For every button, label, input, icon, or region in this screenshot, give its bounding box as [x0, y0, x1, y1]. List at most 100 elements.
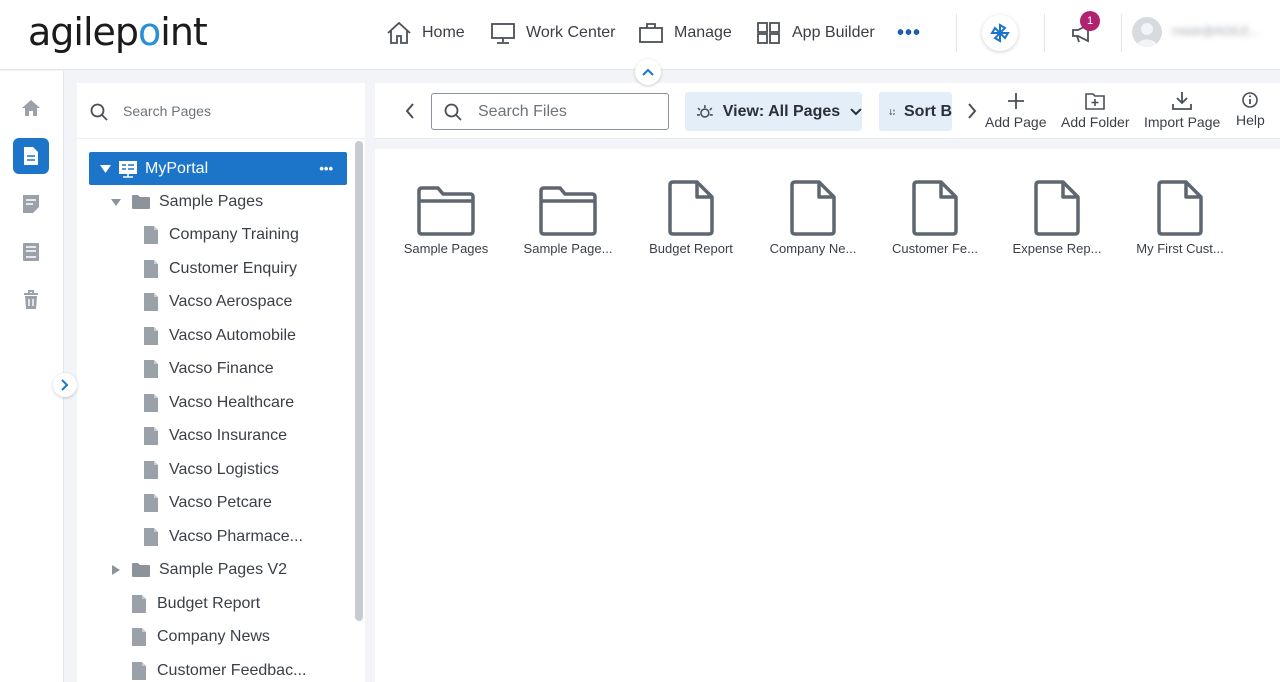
tree-item[interactable]: Vacso Automobile [143, 319, 351, 352]
tree-item-myportal[interactable]: MyPortal ••• [89, 152, 347, 185]
rail-forms[interactable] [13, 186, 49, 222]
document-icon [24, 147, 38, 165]
tree-item[interactable]: Budget Report [131, 587, 351, 620]
import-page-label: Import Page [1144, 114, 1221, 130]
pinwheel-icon [990, 23, 1010, 43]
sort-dropdown[interactable]: AZ Sort B [879, 92, 952, 131]
tree-item[interactable]: Vacso Insurance [143, 419, 351, 452]
tree-item[interactable]: Vacso Aerospace [143, 285, 351, 318]
add-page-button[interactable]: Add Page [985, 91, 1047, 130]
page-icon [912, 180, 958, 236]
help-button[interactable]: Help [1236, 91, 1265, 128]
file-grid-folder[interactable]: Sample Pages [386, 177, 506, 256]
plus-icon [1007, 93, 1024, 109]
rail-pages[interactable] [13, 138, 49, 174]
grid-icon [757, 22, 780, 44]
rail-home[interactable] [13, 90, 49, 126]
tree-item[interactable]: Vacso Petcare [143, 486, 351, 519]
page-icon [144, 460, 158, 479]
home-icon [387, 21, 411, 44]
logo-text-b: int [160, 10, 208, 54]
tree-item[interactable]: Vacso Logistics [143, 453, 351, 486]
nav-app-builder-label: App Builder [792, 24, 875, 41]
file-grid-page[interactable]: Company Ne... [753, 177, 873, 256]
main-panel: View: All Pages AZ Sort B Add Page Add F… [375, 83, 1280, 682]
rail-trash[interactable] [13, 282, 49, 318]
nav-home[interactable]: Home [386, 0, 465, 66]
add-folder-button[interactable]: Add Folder [1061, 91, 1129, 130]
caret-right-icon[interactable] [109, 564, 123, 576]
nav-work-center-label: Work Center [526, 24, 616, 41]
nav-work-center[interactable]: Work Center [490, 0, 616, 66]
avatar[interactable] [1132, 17, 1162, 47]
import-page-button[interactable]: Import Page [1144, 91, 1220, 130]
page-icon [790, 180, 836, 236]
page-icon [1157, 180, 1203, 236]
page-icon [668, 180, 714, 236]
search-pages-input[interactable] [123, 97, 343, 125]
tree-item[interactable]: Sample Pages [109, 185, 351, 218]
file-grid-page[interactable]: My First Cust... [1120, 177, 1240, 256]
book-icon [23, 243, 39, 261]
ai-assistant-button[interactable] [982, 15, 1018, 51]
file-grid: Sample Pages Sample Page... Budget Report C… [375, 149, 1280, 682]
tree-item[interactable]: Company News [131, 620, 351, 653]
chevron-left-icon[interactable] [405, 103, 415, 119]
file-name: Sample Page... [523, 241, 613, 256]
chevron-right-icon[interactable] [967, 103, 977, 119]
svg-text:A: A [893, 108, 895, 112]
page-icon [1034, 180, 1080, 236]
folder-icon [417, 186, 475, 236]
sort-icon: AZ [889, 108, 895, 116]
tree-item[interactable]: Vacso Finance [143, 352, 351, 385]
briefcase-icon [639, 23, 663, 43]
view-filter-dropdown[interactable]: View: All Pages [685, 92, 862, 131]
page-icon [144, 292, 158, 311]
logo-text-a: agilep [28, 10, 139, 54]
collapse-header-button[interactable] [635, 59, 661, 85]
file-name: Company Ne... [769, 241, 857, 256]
tree-scrollbar[interactable] [355, 141, 363, 621]
file-name: My First Cust... [1136, 241, 1224, 256]
view-filter-icon [696, 104, 713, 118]
caret-down-icon [100, 164, 111, 173]
tree-item-label: MyPortal [145, 159, 209, 177]
page-icon [144, 359, 158, 378]
tree-item[interactable]: Vacso Healthcare [143, 386, 351, 419]
portal-icon [119, 160, 137, 178]
page-icon [132, 594, 146, 613]
monitor-icon [491, 23, 515, 44]
tree-item-label: Vacso Aerospace [169, 292, 293, 310]
header-divider [1044, 14, 1045, 52]
tree-search [77, 83, 365, 139]
page-icon [144, 259, 158, 278]
file-grid-page[interactable]: Customer Fe... [875, 177, 995, 256]
tree-item-more-button[interactable]: ••• [319, 161, 333, 176]
tree-item-label: Vacso Pharmace... [169, 527, 303, 545]
expand-rail-button[interactable] [53, 373, 77, 397]
tree-item[interactable]: Company Training [143, 218, 351, 251]
more-menu-button[interactable]: ••• [897, 0, 921, 66]
tree-item[interactable]: Vacso Pharmace... [143, 520, 351, 553]
rail-library[interactable] [13, 234, 49, 270]
username[interactable]: rnasir@AGILE... [1172, 24, 1260, 40]
page-icon [144, 326, 158, 345]
page-icon [144, 393, 158, 412]
tree-item[interactable]: Sample Pages V2 [109, 553, 351, 586]
page-icon [132, 661, 146, 680]
tree-item-label: Vacso Logistics [169, 460, 279, 478]
nav-manage[interactable]: Manage [638, 0, 732, 66]
top-header: agilepoint Home Work Center Manage App B… [0, 0, 1280, 70]
file-grid-page[interactable]: Expense Rep... [997, 177, 1117, 256]
file-name: Sample Pages [403, 241, 489, 256]
tree-item[interactable]: Customer Feedbac... [131, 654, 351, 682]
nav-app-builder[interactable]: App Builder [756, 0, 875, 66]
tree-item[interactable]: Customer Enquiry [143, 252, 351, 285]
file-grid-page[interactable]: Budget Report [631, 177, 751, 256]
folder-icon [132, 562, 150, 577]
search-files-input[interactable] [478, 100, 658, 124]
file-search [431, 93, 669, 130]
agilepoint-logo[interactable]: agilepoint [28, 10, 208, 54]
caret-down-icon[interactable] [109, 197, 123, 207]
file-grid-folder[interactable]: Sample Page... [508, 177, 628, 256]
